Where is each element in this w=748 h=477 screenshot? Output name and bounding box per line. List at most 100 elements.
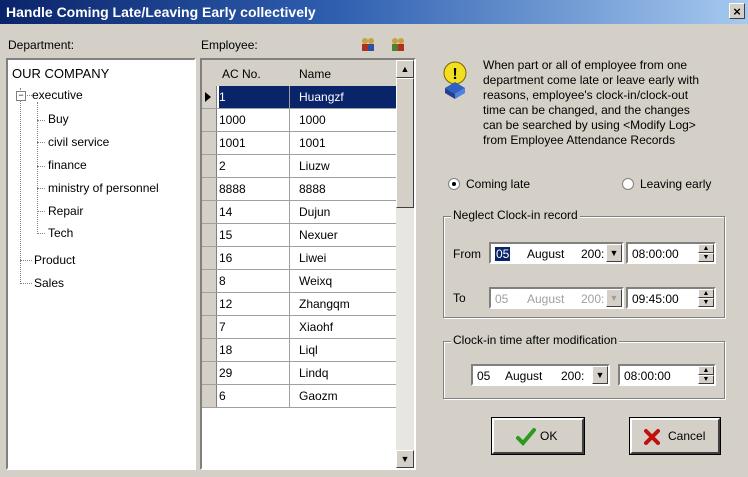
cell-name[interactable]: Liql bbox=[299, 343, 389, 357]
modified-time-spinner[interactable]: ▲ ▼ bbox=[698, 366, 714, 384]
leaving-early-label[interactable]: Leaving early bbox=[640, 177, 711, 191]
table-row[interactable]: 6 Gaozm bbox=[202, 385, 396, 408]
cell-ac-no[interactable]: 14 bbox=[219, 205, 289, 219]
row-indicator[interactable] bbox=[202, 178, 217, 200]
tree-item-sales[interactable]: Sales bbox=[34, 276, 64, 290]
tree-item-ministry-of-personnel[interactable]: ministry of personnel bbox=[48, 181, 159, 195]
tree-item-product[interactable]: Product bbox=[34, 253, 75, 267]
table-row[interactable]: 2 Liuzw bbox=[202, 155, 396, 178]
table-row[interactable]: 1000 1000 bbox=[202, 109, 396, 132]
cell-ac-no[interactable]: 29 bbox=[219, 366, 289, 380]
tree-item-buy[interactable]: Buy bbox=[48, 112, 69, 126]
table-row[interactable]: 18 Liql bbox=[202, 339, 396, 362]
modified-day[interactable]: 05 bbox=[477, 369, 490, 383]
employee-grid[interactable]: AC No. Name 1 Huangzf 1000 1000 1001 1001 2 Liu… bbox=[200, 58, 416, 470]
row-indicator[interactable] bbox=[202, 293, 217, 315]
cell-name[interactable]: Liwei bbox=[299, 251, 389, 265]
modified-year[interactable]: 200: bbox=[561, 369, 584, 383]
employee-scrollbar[interactable]: ▲ ▼ bbox=[396, 60, 414, 468]
cell-name[interactable]: 8888 bbox=[299, 182, 389, 196]
from-month[interactable]: August bbox=[527, 247, 564, 261]
scroll-thumb[interactable] bbox=[396, 78, 414, 208]
modified-time[interactable]: 08:00:00 bbox=[624, 369, 671, 383]
row-indicator[interactable] bbox=[202, 201, 217, 223]
tree-item-tech[interactable]: Tech bbox=[48, 226, 73, 240]
tree-item-repair[interactable]: Repair bbox=[48, 204, 83, 218]
to-time-field[interactable]: 09:45:00 ▲ ▼ bbox=[626, 287, 716, 309]
table-row[interactable]: 1001 1001 bbox=[202, 132, 396, 155]
tree-item-our-company[interactable]: OUR COMPANY bbox=[12, 66, 109, 81]
to-time[interactable]: 09:45:00 bbox=[632, 292, 679, 306]
cell-ac-no[interactable]: 7 bbox=[219, 320, 289, 334]
cell-name[interactable]: Huangzf bbox=[290, 86, 396, 108]
leaving-early-radio[interactable] bbox=[622, 178, 634, 190]
table-row[interactable]: 15 Nexuer bbox=[202, 224, 396, 247]
cell-ac-no[interactable]: 15 bbox=[219, 228, 289, 242]
column-header-name[interactable]: Name bbox=[299, 67, 331, 81]
from-time-spinner[interactable]: ▲ ▼ bbox=[698, 244, 714, 262]
row-indicator[interactable] bbox=[202, 362, 217, 384]
cell-name[interactable]: 1001 bbox=[299, 136, 389, 150]
row-indicator[interactable] bbox=[202, 155, 217, 177]
table-row[interactable]: 16 Liwei bbox=[202, 247, 396, 270]
cell-ac-no[interactable]: 12 bbox=[219, 297, 289, 311]
cell-name[interactable]: Dujun bbox=[299, 205, 389, 219]
coming-late-radio[interactable] bbox=[448, 178, 460, 190]
modified-date-dropdown[interactable]: ▼ bbox=[592, 366, 608, 384]
cell-ac-no[interactable]: 18 bbox=[219, 343, 289, 357]
cell-ac-no[interactable]: 8888 bbox=[219, 182, 289, 196]
row-indicator[interactable] bbox=[202, 109, 217, 131]
cell-name[interactable]: Zhangqm bbox=[299, 297, 389, 311]
cell-ac-no[interactable]: 1001 bbox=[219, 136, 289, 150]
table-row[interactable]: 1 Huangzf bbox=[202, 86, 396, 109]
select-all-icon[interactable] bbox=[360, 36, 376, 55]
cell-ac-no[interactable]: 1 bbox=[219, 86, 289, 108]
from-date-dropdown[interactable]: ▼ bbox=[606, 244, 622, 262]
row-indicator[interactable] bbox=[202, 224, 217, 246]
close-button[interactable]: × bbox=[729, 3, 745, 19]
modified-month[interactable]: August bbox=[505, 369, 542, 383]
row-indicator[interactable] bbox=[202, 385, 217, 407]
table-row[interactable]: 8888 8888 bbox=[202, 178, 396, 201]
cell-ac-no[interactable]: 16 bbox=[219, 251, 289, 265]
scroll-down-button[interactable]: ▼ bbox=[396, 450, 414, 468]
cell-name[interactable]: 1000 bbox=[299, 113, 389, 127]
cell-name[interactable]: Nexuer bbox=[299, 228, 389, 242]
cell-name[interactable]: Xiaohf bbox=[299, 320, 389, 334]
modified-date-combo[interactable]: 05 August 200: ▼ bbox=[471, 364, 610, 386]
cell-name[interactable]: Liuzw bbox=[299, 159, 389, 173]
cell-name[interactable]: Lindq bbox=[299, 366, 389, 380]
cell-ac-no[interactable]: 2 bbox=[219, 159, 289, 173]
from-day[interactable]: 05 bbox=[495, 247, 511, 261]
deselect-all-icon[interactable] bbox=[390, 36, 406, 55]
row-indicator[interactable] bbox=[202, 339, 217, 361]
table-row[interactable]: 29 Lindq bbox=[202, 362, 396, 385]
cell-name[interactable]: Gaozm bbox=[299, 389, 389, 403]
from-time-field[interactable]: 08:00:00 ▲ ▼ bbox=[626, 242, 716, 264]
cell-ac-no[interactable]: 8 bbox=[219, 274, 289, 288]
cell-ac-no[interactable]: 1000 bbox=[219, 113, 289, 127]
row-indicator[interactable] bbox=[202, 132, 217, 154]
from-date-combo[interactable]: 05 August 200: ▼ bbox=[489, 242, 624, 264]
to-time-spinner[interactable]: ▲ ▼ bbox=[698, 289, 714, 307]
cell-name[interactable]: Weixq bbox=[299, 274, 389, 288]
tree-item-civil-service[interactable]: civil service bbox=[48, 135, 109, 149]
from-time[interactable]: 08:00:00 bbox=[632, 247, 679, 261]
row-indicator[interactable] bbox=[202, 247, 217, 269]
row-indicator[interactable] bbox=[202, 270, 217, 292]
tree-item-executive[interactable]: executive bbox=[32, 88, 83, 102]
department-tree[interactable]: − OUR COMPANY executive Buy civil servic… bbox=[6, 58, 196, 470]
row-indicator[interactable] bbox=[202, 316, 217, 338]
cell-ac-no[interactable]: 6 bbox=[219, 389, 289, 403]
scroll-up-button[interactable]: ▲ bbox=[396, 60, 414, 78]
modified-time-field[interactable]: 08:00:00 ▲ ▼ bbox=[618, 364, 716, 386]
current-row-indicator[interactable] bbox=[202, 86, 217, 108]
column-header-ac-no[interactable]: AC No. bbox=[222, 67, 261, 81]
cancel-button[interactable]: Cancel bbox=[629, 417, 721, 455]
table-row[interactable]: 7 Xiaohf bbox=[202, 316, 396, 339]
table-row[interactable]: 12 Zhangqm bbox=[202, 293, 396, 316]
coming-late-label[interactable]: Coming late bbox=[466, 177, 530, 191]
table-row[interactable]: 14 Dujun bbox=[202, 201, 396, 224]
table-row[interactable]: 8 Weixq bbox=[202, 270, 396, 293]
tree-item-finance[interactable]: finance bbox=[48, 158, 87, 172]
